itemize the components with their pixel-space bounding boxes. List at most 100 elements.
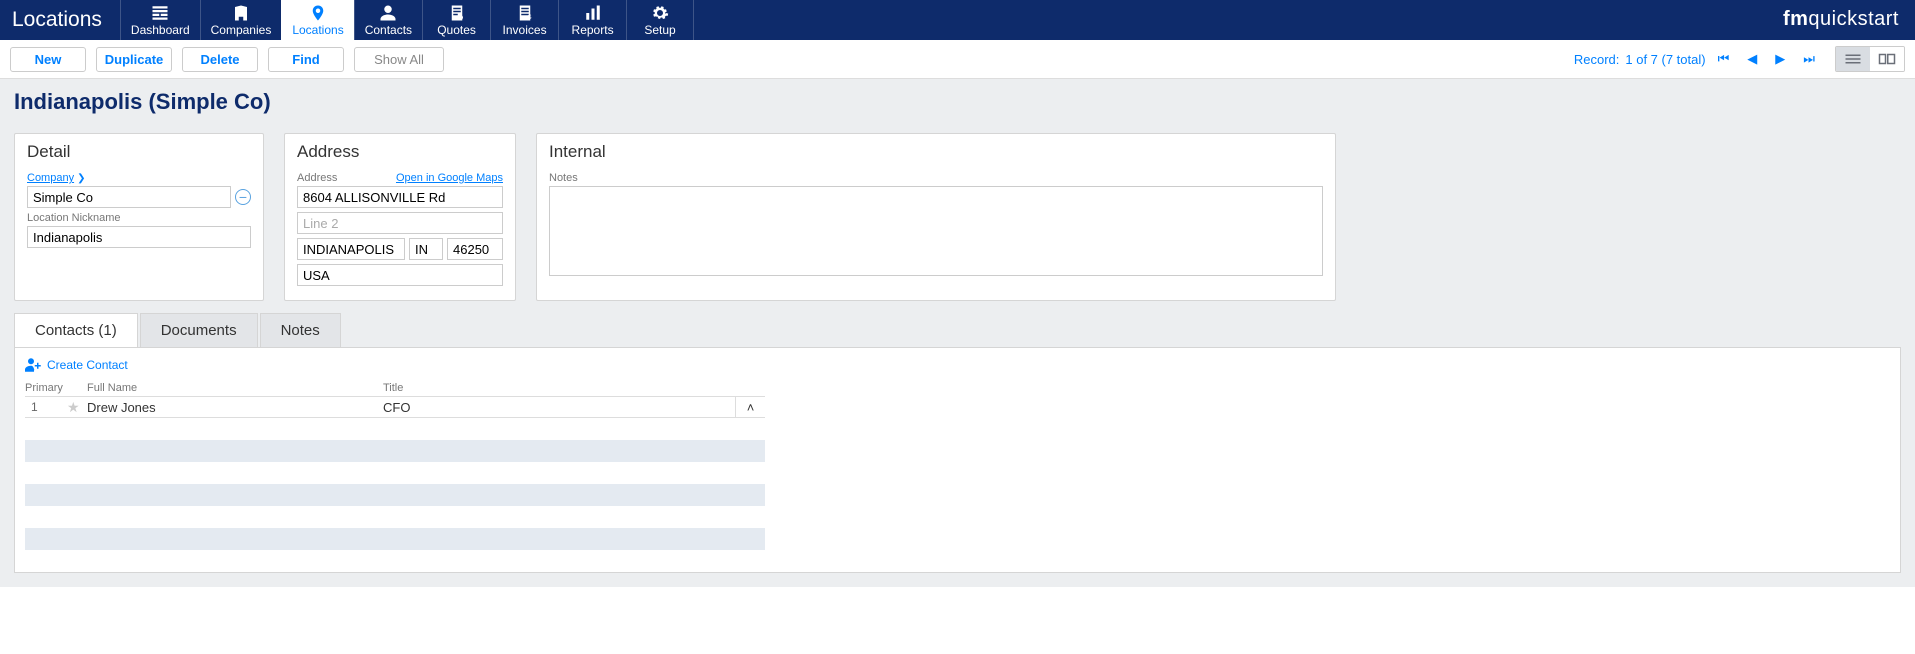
- top-nav: Locations Dashboard Companies Locations …: [0, 0, 1915, 40]
- nav-setup[interactable]: Setup: [626, 0, 694, 40]
- form-view-button[interactable]: [1870, 47, 1904, 71]
- nickname-field[interactable]: [27, 226, 251, 248]
- empty-row: [25, 418, 765, 440]
- row-primary: 1: [25, 400, 67, 414]
- record-label: Record:: [1574, 52, 1620, 67]
- nav-label: Locations: [292, 23, 343, 37]
- contacts-table: Primary Full Name Title 1 ★ Drew Jones C…: [25, 380, 765, 572]
- col-primary: Primary: [25, 382, 67, 394]
- nav-label: Quotes: [437, 23, 476, 37]
- duplicate-button[interactable]: Duplicate: [96, 47, 172, 72]
- empty-row: [25, 550, 765, 572]
- delete-button[interactable]: Delete: [182, 47, 258, 72]
- toolbar: New Duplicate Delete Find Show All Recor…: [0, 40, 1915, 79]
- first-record-icon[interactable]: ⏮: [1712, 49, 1736, 69]
- page-title: Indianapolis (Simple Co): [14, 89, 1901, 115]
- star-icon[interactable]: ★: [67, 399, 87, 416]
- col-star: [67, 382, 87, 394]
- invoice-icon: $: [515, 4, 535, 22]
- nav-invoices[interactable]: $ Invoices: [490, 0, 558, 40]
- find-button[interactable]: Find: [268, 47, 344, 72]
- next-record-icon[interactable]: ▶: [1769, 49, 1791, 69]
- form-view-icon: [1878, 52, 1896, 66]
- internal-panel: Internal Notes: [536, 133, 1336, 301]
- address-line2-field[interactable]: [297, 212, 503, 234]
- tab-body: Create Contact Primary Full Name Title 1…: [14, 347, 1901, 573]
- nav-label: Reports: [572, 23, 614, 37]
- state-field[interactable]: [409, 238, 443, 260]
- company-field[interactable]: [27, 186, 231, 208]
- nav-items: Dashboard Companies Locations Contacts Q…: [120, 0, 694, 40]
- row-name: Drew Jones: [87, 400, 383, 415]
- new-button[interactable]: New: [10, 47, 86, 72]
- detail-panel: Detail Company ❯ − Location Nickname: [14, 133, 264, 301]
- internal-heading: Internal: [549, 142, 1323, 162]
- notes-label: Notes: [549, 172, 1323, 184]
- address-heading: Address: [297, 142, 503, 162]
- country-field[interactable]: [297, 264, 503, 286]
- nav-dashboard[interactable]: Dashboard: [120, 0, 200, 40]
- nav-label: Contacts: [365, 23, 412, 37]
- tab-documents[interactable]: Documents: [140, 313, 258, 347]
- empty-row: [25, 528, 765, 550]
- record-navigator: Record: 1 of 7 (7 total) ⏮ ◀ ▶ ⏭: [1574, 46, 1905, 72]
- notes-field[interactable]: [549, 186, 1323, 276]
- col-chevron: [735, 382, 765, 394]
- col-title: Title: [383, 382, 735, 394]
- page-header: Indianapolis (Simple Co): [0, 79, 1915, 133]
- section-title: Locations: [0, 0, 120, 40]
- last-record-icon[interactable]: ⏭: [1797, 49, 1821, 69]
- gear-icon: [650, 4, 670, 22]
- location-pin-icon: [308, 4, 328, 22]
- view-toggle: [1835, 46, 1905, 72]
- show-all-button[interactable]: Show All: [354, 47, 444, 72]
- empty-row: [25, 506, 765, 528]
- dashboard-icon: [150, 4, 170, 22]
- detail-panels: Detail Company ❯ − Location Nickname Add…: [0, 133, 1915, 313]
- chevron-up-icon[interactable]: ˄: [735, 397, 765, 417]
- city-field[interactable]: [297, 238, 405, 260]
- bar-chart-icon: [583, 4, 603, 22]
- company-link[interactable]: Company: [27, 172, 74, 184]
- detail-heading: Detail: [27, 142, 251, 162]
- record-status: 1 of 7 (7 total): [1625, 52, 1705, 67]
- col-fullname: Full Name: [87, 382, 383, 394]
- nav-locations[interactable]: Locations: [281, 0, 353, 40]
- table-header: Primary Full Name Title: [25, 380, 765, 396]
- brand-logo: fmquickstart: [1783, 0, 1915, 40]
- create-contact-link[interactable]: Create Contact: [25, 358, 1890, 372]
- address-line1-field[interactable]: [297, 186, 503, 208]
- empty-row: [25, 462, 765, 484]
- tab-contacts[interactable]: Contacts (1): [14, 313, 138, 347]
- address-panel: Address Address Open in Google Maps: [284, 133, 516, 301]
- tab-notes[interactable]: Notes: [260, 313, 341, 347]
- nav-label: Companies: [211, 23, 272, 37]
- building-icon: [231, 4, 251, 22]
- empty-row: [25, 484, 765, 506]
- empty-row: [25, 440, 765, 462]
- list-view-icon: [1844, 52, 1862, 66]
- quote-doc-icon: [447, 4, 467, 22]
- nav-reports[interactable]: Reports: [558, 0, 626, 40]
- zip-field[interactable]: [447, 238, 503, 260]
- address-label: Address: [297, 172, 337, 184]
- google-maps-link[interactable]: Open in Google Maps: [396, 172, 503, 184]
- sub-tab-area: Contacts (1) Documents Notes Create Cont…: [0, 313, 1915, 587]
- nav-companies[interactable]: Companies: [200, 0, 282, 40]
- nickname-label: Location Nickname: [27, 212, 251, 224]
- chevron-right-icon: ❯: [77, 173, 85, 184]
- list-view-button[interactable]: [1836, 47, 1870, 71]
- nav-contacts[interactable]: Contacts: [354, 0, 422, 40]
- nav-label: Setup: [644, 23, 675, 37]
- prev-record-icon[interactable]: ◀: [1741, 49, 1763, 69]
- person-icon: [378, 4, 398, 22]
- sub-tabs: Contacts (1) Documents Notes: [14, 313, 1901, 347]
- remove-company-icon[interactable]: −: [235, 189, 251, 205]
- nav-quotes[interactable]: Quotes: [422, 0, 490, 40]
- svg-text:$: $: [528, 15, 532, 21]
- table-row[interactable]: 1 ★ Drew Jones CFO ˄: [25, 396, 765, 418]
- row-title: CFO: [383, 400, 735, 415]
- nav-label: Dashboard: [131, 23, 190, 37]
- nav-label: Invoices: [503, 23, 547, 37]
- add-person-icon: [25, 358, 43, 372]
